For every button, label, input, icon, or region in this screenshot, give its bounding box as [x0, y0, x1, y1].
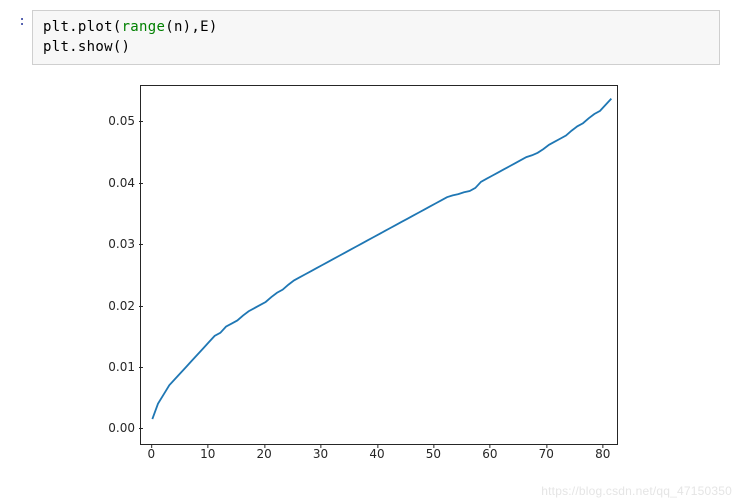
- page-root: : plt.plot(range(n),E) plt.show() 0.000.…: [0, 0, 742, 502]
- axes-frame: [140, 85, 618, 445]
- y-tick-label: 0.04: [80, 176, 135, 190]
- x-tick-label: 30: [313, 447, 328, 461]
- y-tick-label: 0.01: [80, 360, 135, 374]
- y-tick-label: 0.00: [80, 421, 135, 435]
- x-tick-label: 20: [257, 447, 272, 461]
- watermark-text: https://blog.csdn.net/qq_47150350: [541, 484, 732, 498]
- code-token: plt.show(): [43, 39, 130, 55]
- notebook-cell: : plt.plot(range(n),E) plt.show(): [0, 0, 742, 65]
- y-tick-label: 0.05: [80, 114, 135, 128]
- x-tick-label: 10: [200, 447, 215, 461]
- x-tick-label: 40: [369, 447, 384, 461]
- code-token-keyword: range: [122, 19, 166, 35]
- x-tick-label: 50: [426, 447, 441, 461]
- x-tick-label: 80: [595, 447, 610, 461]
- line-plot-svg: [141, 86, 617, 444]
- x-tick-label: 70: [539, 447, 554, 461]
- x-tick-label: 60: [482, 447, 497, 461]
- code-token: plt.plot(: [43, 19, 122, 35]
- input-prompt: :: [4, 6, 26, 29]
- line-series: [152, 98, 611, 419]
- code-input[interactable]: plt.plot(range(n),E) plt.show(): [32, 10, 720, 65]
- code-token: (n),E): [165, 19, 217, 35]
- y-tick-label: 0.02: [80, 299, 135, 313]
- plot-output: 0.00 0.01 0.02 0.03 0.04 0.05 0 10 20 30 40 50 60 70 8…: [80, 75, 640, 495]
- y-tick-label: 0.03: [80, 237, 135, 251]
- x-tick-label: 0: [147, 447, 155, 461]
